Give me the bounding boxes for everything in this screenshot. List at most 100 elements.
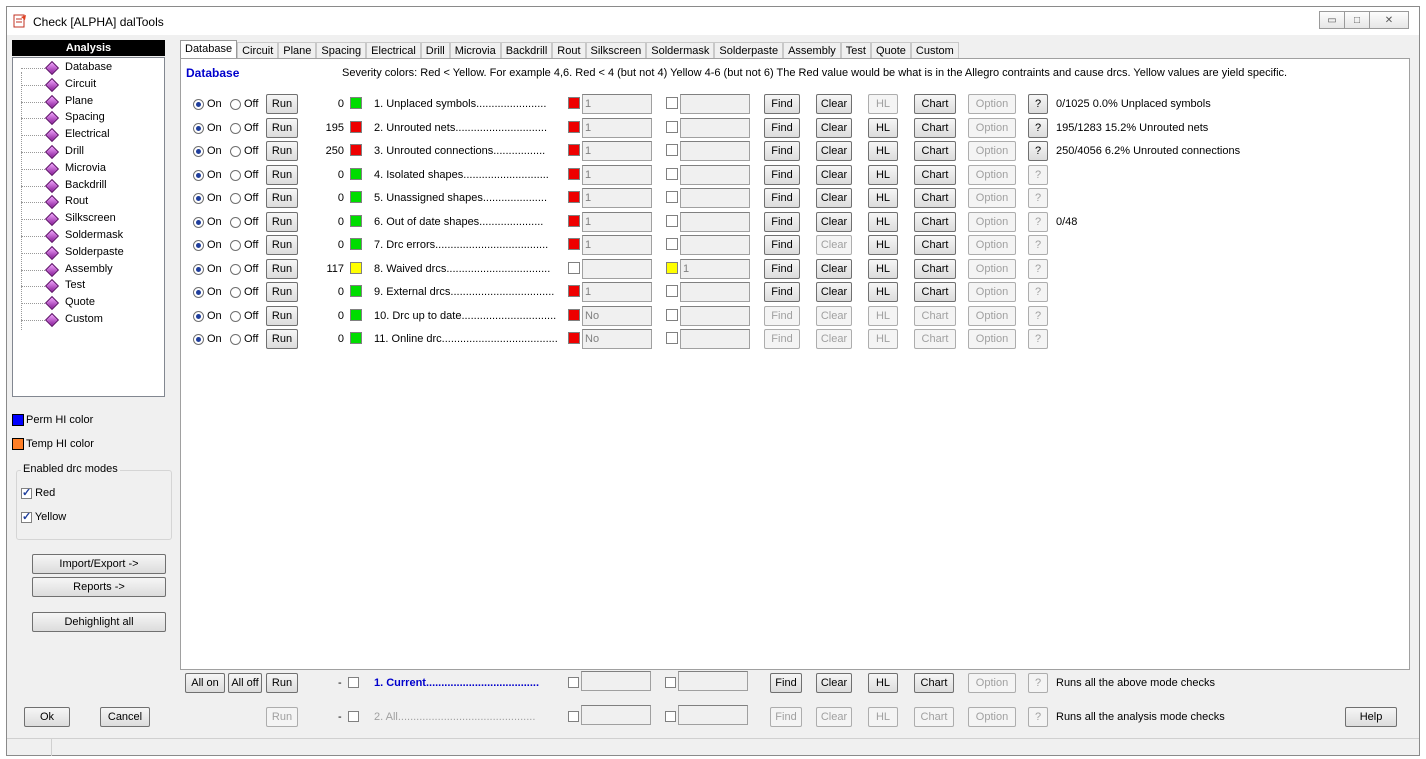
- tab-spacing[interactable]: Spacing: [316, 42, 367, 59]
- hl-button[interactable]: HL: [868, 188, 898, 208]
- all-yellow-field[interactable]: [678, 705, 748, 725]
- find-button[interactable]: Find: [764, 164, 800, 185]
- clear-button[interactable]: Clear: [816, 141, 852, 161]
- on-radio[interactable]: [193, 240, 204, 251]
- all-hl-button[interactable]: HL: [868, 707, 898, 727]
- tab-circuit[interactable]: Circuit: [237, 42, 279, 59]
- off-radio[interactable]: [230, 122, 241, 134]
- on-radio[interactable]: [193, 287, 204, 298]
- tab-drill[interactable]: Drill: [420, 42, 450, 59]
- red-threshold-field[interactable]: 1: [582, 94, 652, 114]
- red-enable-checkbox[interactable]: [568, 285, 580, 297]
- yellow-enable-checkbox[interactable]: [666, 214, 678, 227]
- yellow-enable-checkbox[interactable]: [666, 120, 678, 133]
- red-enable-checkbox[interactable]: [568, 214, 580, 227]
- tree-item-circuit[interactable]: Circuit: [13, 77, 163, 93]
- clear-button[interactable]: Clear: [816, 164, 852, 185]
- find-button[interactable]: Find: [764, 117, 800, 138]
- run-all-button[interactable]: Run: [266, 707, 298, 727]
- reports-button[interactable]: Reports ->: [32, 577, 166, 597]
- yellow-enable-checkbox[interactable]: [666, 238, 678, 250]
- all-option-button[interactable]: Option: [968, 707, 1016, 727]
- on-radio[interactable]: [193, 263, 204, 275]
- option-button[interactable]: Option: [968, 258, 1016, 279]
- yellow-threshold-field[interactable]: [680, 211, 750, 232]
- on-radio[interactable]: [193, 146, 204, 157]
- yellow-threshold-field[interactable]: [680, 329, 750, 349]
- run-button[interactable]: Run: [266, 117, 298, 138]
- clear-button[interactable]: Clear: [816, 235, 852, 255]
- yellow-threshold-field[interactable]: [680, 235, 750, 255]
- tab-custom[interactable]: Custom: [910, 42, 959, 59]
- run-button[interactable]: Run: [266, 258, 298, 279]
- all-clear-button[interactable]: Clear: [816, 707, 852, 727]
- off-radio[interactable]: [230, 334, 241, 345]
- red-enable-checkbox[interactable]: [568, 238, 580, 250]
- run-button[interactable]: Run: [266, 282, 298, 302]
- help-q-button[interactable]: ?: [1028, 94, 1048, 114]
- help-q-button[interactable]: ?: [1028, 141, 1048, 161]
- chart-button[interactable]: Chart: [914, 164, 956, 185]
- on-radio[interactable]: [193, 169, 204, 181]
- red-enable-checkbox[interactable]: [568, 308, 580, 321]
- chart-button[interactable]: Chart: [914, 188, 956, 208]
- run-button[interactable]: Run: [266, 141, 298, 161]
- all-off-button[interactable]: All off: [228, 673, 262, 693]
- minimize-button[interactable]: ▭: [1319, 11, 1345, 29]
- yellow-threshold-field[interactable]: [680, 305, 750, 326]
- red-enable-checkbox[interactable]: [568, 191, 580, 203]
- current-help-button[interactable]: ?: [1028, 673, 1048, 693]
- find-button[interactable]: Find: [764, 258, 800, 279]
- import-export-button[interactable]: Import/Export ->: [32, 554, 166, 574]
- help-q-button[interactable]: ?: [1028, 258, 1048, 279]
- help-q-button[interactable]: ?: [1028, 235, 1048, 255]
- yellow-enable-checkbox[interactable]: [666, 97, 678, 109]
- current-yellow-field[interactable]: [678, 671, 748, 691]
- hl-button[interactable]: HL: [868, 211, 898, 232]
- yellow-threshold-field[interactable]: [680, 188, 750, 208]
- chart-button[interactable]: Chart: [914, 211, 956, 232]
- run-button[interactable]: Run: [266, 188, 298, 208]
- find-button[interactable]: Find: [764, 329, 800, 349]
- tab-rout[interactable]: Rout: [552, 42, 586, 59]
- current-checkbox[interactable]: [348, 677, 359, 688]
- current-option-button[interactable]: Option: [968, 673, 1016, 693]
- clear-button[interactable]: Clear: [816, 117, 852, 138]
- off-radio[interactable]: [230, 193, 241, 204]
- red-threshold-field[interactable]: 1: [582, 282, 652, 302]
- find-button[interactable]: Find: [764, 188, 800, 208]
- chart-button[interactable]: Chart: [914, 117, 956, 138]
- yellow-enable-checkbox[interactable]: [666, 191, 678, 203]
- tab-microvia[interactable]: Microvia: [449, 42, 501, 59]
- red-threshold-field[interactable]: 1: [582, 117, 652, 138]
- red-threshold-field[interactable]: 1: [582, 235, 652, 255]
- on-radio[interactable]: [193, 99, 204, 110]
- off-radio[interactable]: [230, 310, 241, 322]
- temp-color-swatch[interactable]: [12, 438, 24, 450]
- red-enable-checkbox[interactable]: [568, 261, 580, 274]
- hl-button[interactable]: HL: [868, 329, 898, 349]
- on-radio[interactable]: [193, 193, 204, 204]
- all-yellow-checkbox[interactable]: [665, 711, 676, 722]
- red-enable-checkbox[interactable]: [568, 144, 580, 156]
- find-button[interactable]: Find: [764, 141, 800, 161]
- red-enable-checkbox[interactable]: [568, 167, 580, 180]
- help-button[interactable]: Help: [1345, 707, 1397, 727]
- all-chart-button[interactable]: Chart: [914, 707, 954, 727]
- close-button[interactable]: ✕: [1369, 11, 1409, 29]
- option-button[interactable]: Option: [968, 282, 1016, 302]
- red-enable-checkbox[interactable]: [568, 97, 580, 109]
- run-button[interactable]: Run: [266, 329, 298, 349]
- help-q-button[interactable]: ?: [1028, 211, 1048, 232]
- off-radio[interactable]: [230, 263, 241, 275]
- tab-silkscreen[interactable]: Silkscreen: [585, 42, 647, 59]
- yellow-threshold-field[interactable]: [680, 282, 750, 302]
- tab-test[interactable]: Test: [840, 42, 871, 59]
- off-radio[interactable]: [230, 240, 241, 251]
- help-q-button[interactable]: ?: [1028, 305, 1048, 326]
- clear-button[interactable]: Clear: [816, 188, 852, 208]
- tab-database[interactable]: Database: [180, 40, 238, 59]
- help-q-button[interactable]: ?: [1028, 329, 1048, 349]
- option-button[interactable]: Option: [968, 235, 1016, 255]
- hl-button[interactable]: HL: [868, 258, 898, 279]
